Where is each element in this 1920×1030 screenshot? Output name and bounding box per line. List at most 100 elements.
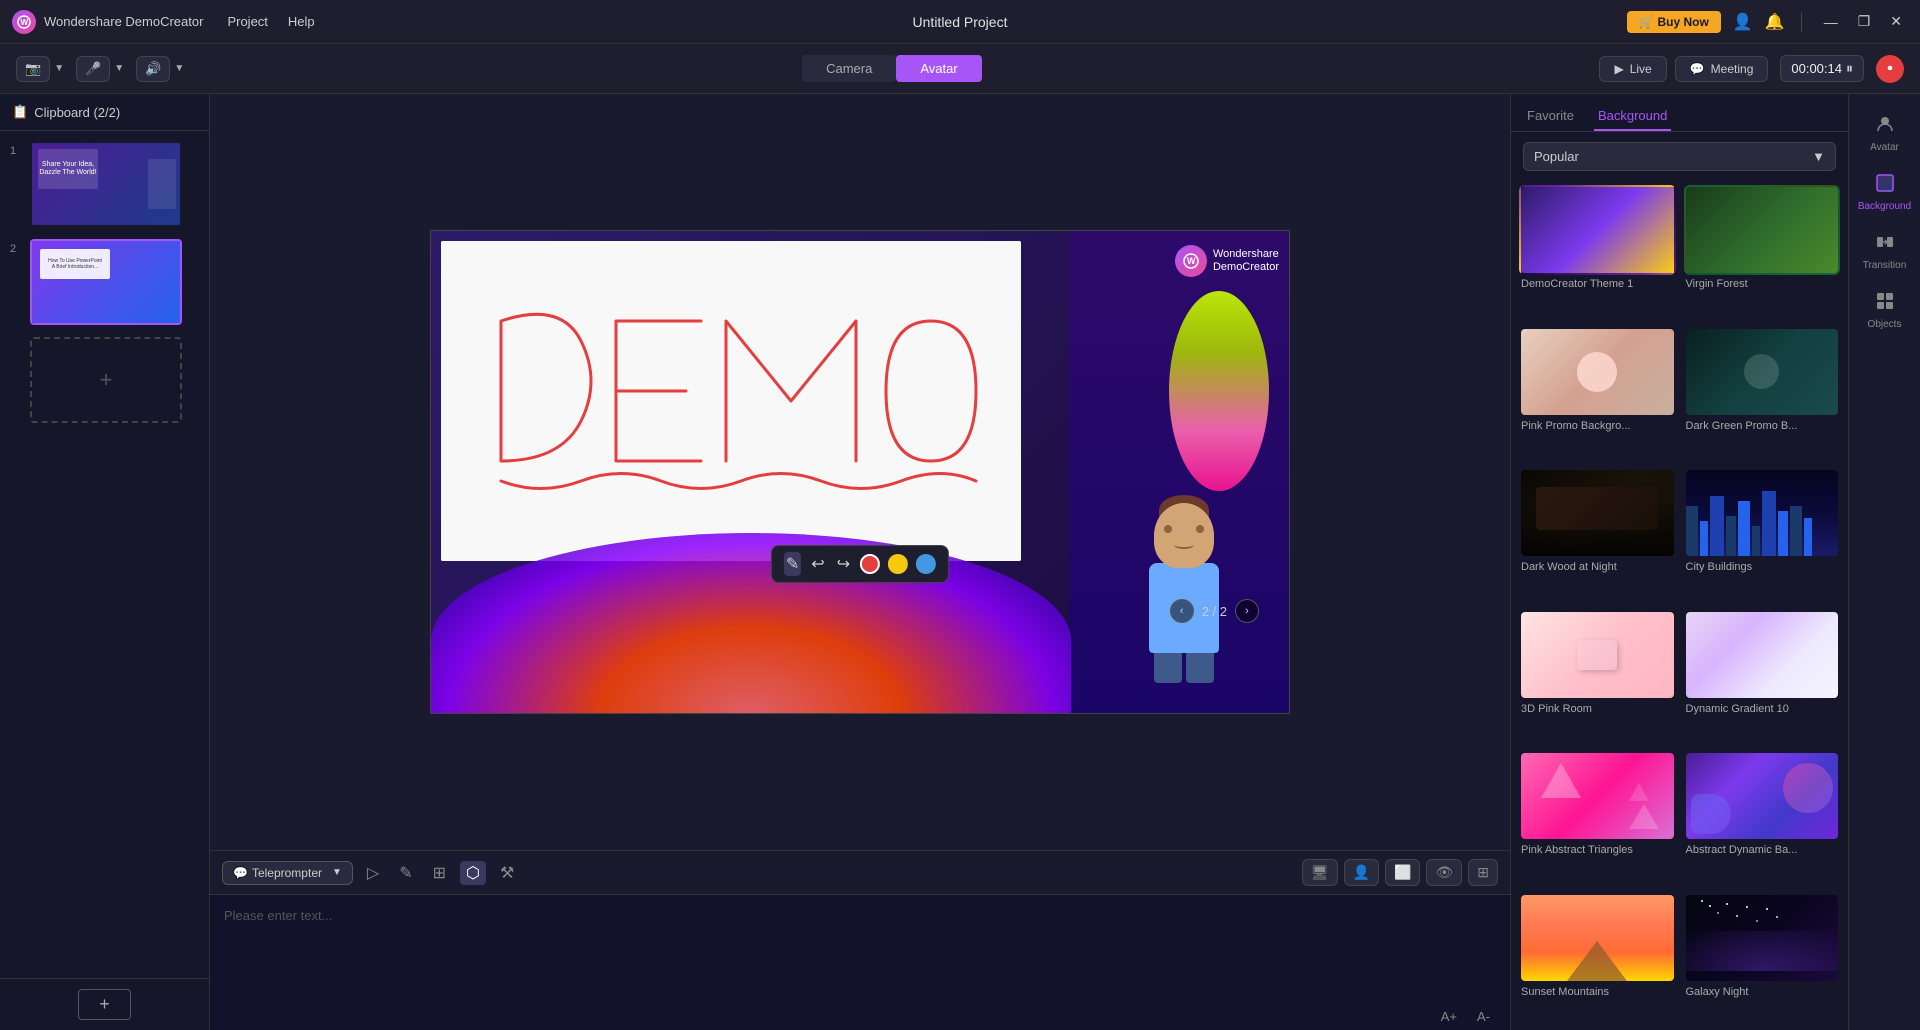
- drawing-toolbar: ✎ ↩ ↪: [771, 545, 949, 583]
- teleprompter-draw-btn[interactable]: ⬡: [460, 861, 486, 885]
- buy-now-button[interactable]: 🛒 Buy Now: [1627, 11, 1721, 33]
- record-button[interactable]: ⏺: [1876, 55, 1904, 83]
- draw-tool-undo[interactable]: ↩: [809, 552, 826, 576]
- mic-dropdown[interactable]: ▼: [114, 63, 124, 74]
- bg-item-pink-promo[interactable]: Pink Promo Backgro...: [1519, 327, 1676, 461]
- add-scene-button[interactable]: +: [78, 989, 131, 1020]
- live-meeting-group: ▶ Live 💬 Meeting: [1599, 56, 1768, 82]
- avatar-mode-button[interactable]: Avatar: [896, 55, 981, 82]
- teleprompter-right-tools: 🖥 👤 ⬜ 👁 ⊞: [1302, 859, 1498, 886]
- titlebar-menu: Project Help: [227, 14, 314, 29]
- live-button[interactable]: ▶ Live: [1599, 56, 1666, 82]
- color-red-button[interactable]: [860, 554, 880, 574]
- bg-item-abstract-dynamic[interactable]: ♥ Abstract Dynamic Ba...: [1684, 751, 1841, 885]
- sidebar-item-avatar[interactable]: Avatar: [1855, 106, 1915, 161]
- bg-label-galaxy: Galaxy Night: [1684, 986, 1841, 998]
- teleprompter-right-btn-4[interactable]: 👁: [1426, 859, 1462, 886]
- teleprompter-right-btn-3[interactable]: ⬜: [1385, 859, 1420, 886]
- clip-number-1: 1: [10, 145, 24, 157]
- bg-item-city-buildings[interactable]: City Buildings: [1684, 468, 1841, 602]
- teleprompter-grid-btn[interactable]: ⊞: [427, 861, 452, 885]
- right-panel-main: Favorite Background Popular ▼ DemoCreato…: [1511, 94, 1848, 1030]
- tab-background[interactable]: Background: [1594, 102, 1671, 131]
- bg-item-pink-abstract-triangles[interactable]: Pink Abstract Triangles: [1519, 751, 1676, 885]
- bg-thumb-city-buildings: [1684, 468, 1841, 558]
- right-panel-tabs: Favorite Background: [1511, 94, 1848, 132]
- clip-thumbnail-1[interactable]: Share Your Idea,Dazzle The World!: [30, 141, 182, 227]
- teleprompter-play-btn[interactable]: ▷: [361, 861, 385, 885]
- user-account-button[interactable]: 👤: [1733, 12, 1753, 32]
- mic-button[interactable]: 🎤: [76, 56, 110, 82]
- toolbar-group-audio: 🔊 ▼: [136, 56, 184, 82]
- bg-thumb-abstract-dynamic: ♥: [1684, 751, 1841, 841]
- bg-label-virgin-forest: Virgin Forest: [1684, 278, 1841, 290]
- bg-thumb-dynamic-gradient-10: [1684, 610, 1841, 700]
- draw-tool-redo[interactable]: ↪: [835, 552, 852, 576]
- teleprompter-tools-btn[interactable]: ⚒: [494, 861, 520, 885]
- sidebar-item-objects[interactable]: Objects: [1855, 283, 1915, 338]
- avatar-legs: [1154, 653, 1214, 683]
- bg-item-democreator-theme-1[interactable]: DemoCreator Theme 1: [1519, 185, 1676, 319]
- background-label: Background: [1858, 201, 1911, 212]
- main-scene: W Wondershare DemoCreator: [430, 230, 1290, 714]
- teleprompter-area: 💬 Teleprompter ▼ ▷ ✎ ⊞ ⬡ ⚒ 🖥 👤 ⬜ 👁 ⊞: [210, 850, 1510, 1030]
- clip-thumbnail-2[interactable]: How To Use PowerPointA Brief Introductio…: [30, 239, 182, 325]
- bg-item-3d-pink-room[interactable]: 3D Pink Room: [1519, 610, 1676, 744]
- bg-label-pink-abstract-triangles: Pink Abstract Triangles: [1519, 844, 1676, 856]
- teleprompter-right-btn-5[interactable]: ⊞: [1468, 859, 1498, 886]
- teleprompter-placeholder: Please enter text...: [224, 908, 332, 923]
- meeting-button[interactable]: 💬 Meeting: [1675, 56, 1769, 82]
- add-clip-button[interactable]: +: [30, 337, 182, 423]
- minimize-button[interactable]: —: [1818, 11, 1844, 32]
- bg-item-dark-wood[interactable]: ♥ Dark Wood at Night: [1519, 468, 1676, 602]
- bg-item-dark-green-promo[interactable]: Dark Green Promo B...: [1684, 327, 1841, 461]
- bg-label-city-buildings: City Buildings: [1684, 561, 1841, 573]
- timer-pause-button[interactable]: ⏸: [1846, 60, 1853, 77]
- transition-icon: [1875, 232, 1895, 257]
- teleprompter-right-btn-1[interactable]: 🖥: [1302, 859, 1338, 886]
- sidebar-item-background[interactable]: Background: [1855, 165, 1915, 220]
- menu-item-help[interactable]: Help: [288, 14, 315, 29]
- filter-row: Popular ▼: [1511, 132, 1848, 181]
- bg-item-sunset[interactable]: Sunset Mountains: [1519, 893, 1676, 1027]
- webcam-button[interactable]: 📷: [16, 56, 50, 82]
- font-size-increase-button[interactable]: A+: [1435, 1007, 1463, 1026]
- notifications-button[interactable]: 🔔: [1765, 12, 1785, 32]
- center-area: W Wondershare DemoCreator: [210, 94, 1510, 1030]
- teleprompter-edit-btn[interactable]: ✎: [393, 861, 418, 885]
- page-next-button[interactable]: ›: [1235, 599, 1259, 623]
- color-yellow-button[interactable]: [888, 554, 908, 574]
- maximize-button[interactable]: ❐: [1852, 11, 1877, 32]
- teleprompter-content[interactable]: Please enter text...: [210, 895, 1510, 1003]
- teleprompter-label: Teleprompter: [252, 866, 322, 880]
- filter-select[interactable]: Popular ▼: [1523, 142, 1836, 171]
- teleprompter-select[interactable]: 💬 Teleprompter ▼: [222, 861, 353, 885]
- sidebar-item-transition[interactable]: Transition: [1855, 224, 1915, 279]
- clipboard-icon: 📋: [12, 104, 28, 120]
- app-name: Wondershare DemoCreator: [44, 14, 203, 29]
- bg-item-galaxy[interactable]: Galaxy Night: [1684, 893, 1841, 1027]
- page-prev-button[interactable]: ‹: [1170, 599, 1194, 623]
- bg-item-virgin-forest[interactable]: Virgin Forest: [1684, 185, 1841, 319]
- font-size-decrease-button[interactable]: A-: [1471, 1007, 1496, 1026]
- audio-button[interactable]: 🔊: [136, 56, 170, 82]
- list-item[interactable]: 2 How To Use PowerPointA Brief Introduct…: [8, 237, 201, 327]
- draw-tool-pen[interactable]: ✎: [784, 552, 801, 576]
- window-controls: — ❐ ✕: [1818, 11, 1908, 32]
- list-item[interactable]: +: [8, 335, 201, 425]
- bg-item-dynamic-gradient-10[interactable]: Dynamic Gradient 10: [1684, 610, 1841, 744]
- avatar-character: [1139, 503, 1229, 683]
- titlebar-right: 🛒 Buy Now 👤 🔔 — ❐ ✕: [1627, 11, 1908, 33]
- color-blue-button[interactable]: [916, 554, 936, 574]
- tab-favorite[interactable]: Favorite: [1523, 102, 1578, 131]
- list-item[interactable]: 1 Share Your Idea,Dazzle The World!: [8, 139, 201, 229]
- teleprompter-right-btn-2[interactable]: 👤: [1344, 859, 1379, 886]
- camera-mode-button[interactable]: Camera: [802, 55, 896, 82]
- menu-item-project[interactable]: Project: [227, 14, 267, 29]
- webcam-dropdown[interactable]: ▼: [54, 63, 64, 74]
- democreator-logo: W Wondershare DemoCreator: [1175, 245, 1279, 277]
- close-button[interactable]: ✕: [1884, 11, 1908, 32]
- bg-label-pink-promo: Pink Promo Backgro...: [1519, 420, 1676, 432]
- titlebar-divider: [1801, 12, 1802, 32]
- audio-dropdown[interactable]: ▼: [174, 63, 184, 74]
